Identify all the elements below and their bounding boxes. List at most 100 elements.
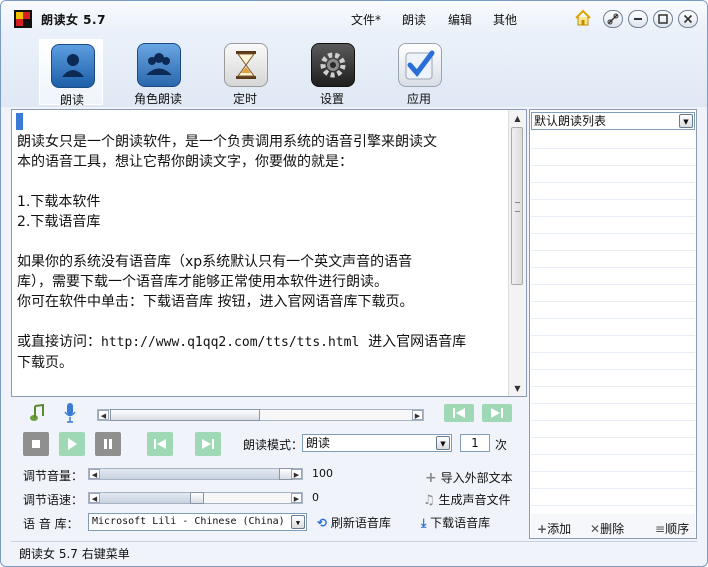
next-page-button[interactable] — [482, 404, 512, 422]
microphone-icon[interactable] — [63, 402, 77, 424]
minimize-icon — [634, 18, 642, 20]
read-mode-select[interactable]: 朗读 ▼ — [302, 434, 452, 452]
slider-left-icon[interactable]: ◀ — [98, 410, 109, 420]
tool-read[interactable]: 朗读 — [39, 39, 103, 107]
editor-line: 你可在软件中单击：下载语音库 按钮，进入官网语音库下载页。 — [17, 294, 414, 310]
plus-icon: + — [425, 470, 437, 486]
voice-select[interactable]: Microsoft Lili - Chinese (China) ▼ — [88, 513, 307, 531]
text-editor[interactable]: 朗读女只是一个朗读软件，是一个负责调用系统的语音引擎来朗读文 本的语音工具，想让它… — [11, 109, 527, 397]
skip-forward-icon — [491, 408, 503, 418]
chevron-down-icon[interactable]: ▼ — [291, 515, 305, 529]
stop-button[interactable] — [23, 432, 49, 456]
previous-page-button[interactable] — [444, 404, 474, 422]
progress-slider[interactable]: ◀ ▶ — [97, 409, 424, 421]
delete-label: 删除 — [600, 522, 625, 536]
control-area: ◀ ▶ 朗读模式： 朗读 ▼ 1 次 调节音量： ◀ ▶ 100 + 导入外部文… — [11, 399, 527, 539]
link-tool-button[interactable] — [603, 10, 623, 28]
editor-scrollbar[interactable]: ▲ ▼ — [508, 110, 526, 396]
status-text: 朗读女 5.7 右键菜单 — [19, 547, 130, 561]
tool-settings-label: 设置 — [319, 92, 344, 106]
read-list[interactable] — [531, 132, 695, 512]
download-icon: ⤓ — [421, 516, 427, 530]
editor-line: 1.下载本软件 — [17, 194, 101, 210]
order-button[interactable]: ≡顺序 — [655, 520, 689, 537]
reader-person-icon — [51, 44, 95, 88]
import-text-button[interactable]: + 导入外部文本 — [425, 469, 513, 486]
read-list-actions: +添加 ✕删除 ≡顺序 — [531, 514, 695, 538]
slider-right-icon[interactable]: ▶ — [412, 410, 423, 420]
menu-edit[interactable]: 编辑 — [448, 11, 472, 28]
slider-right-icon[interactable]: ▶ — [291, 493, 302, 503]
menu-file[interactable]: 文件* — [351, 11, 381, 28]
download-voice-button[interactable]: ⤓ 下载语音库 — [421, 514, 490, 531]
chevron-down-icon[interactable]: ▼ — [679, 114, 693, 128]
add-label: 添加 — [547, 522, 572, 536]
scroll-down-icon[interactable]: ▼ — [509, 382, 526, 396]
read-mode-label: 朗读模式： — [243, 438, 304, 452]
repeat-count-value: 1 — [471, 436, 479, 450]
speed-slider[interactable]: ◀ ▶ — [88, 492, 303, 504]
next-sentence-button[interactable] — [195, 432, 221, 456]
status-bar: 朗读女 5.7 右键菜单 — [11, 541, 697, 562]
app-logo-icon — [14, 10, 32, 28]
volume-slider[interactable]: ◀ ▶ — [88, 468, 303, 480]
read-list-select[interactable]: 默认朗读列表 ▼ — [531, 112, 695, 130]
plus-icon: + — [537, 522, 548, 536]
editor-line: 如果你的系统没有语音库（xp系统默认只有一个英文声音的语音 — [17, 254, 413, 270]
list-icon: ≡ — [655, 522, 666, 536]
menu-other[interactable]: 其他 — [493, 11, 517, 28]
tool-apply[interactable]: 应用 — [387, 39, 451, 106]
speed-thumb[interactable] — [189, 492, 204, 504]
editor-text-span: 或直接访问： — [17, 334, 101, 350]
delete-button[interactable]: ✕删除 — [590, 520, 624, 537]
close-icon — [683, 14, 693, 24]
generate-audio-label: 生成声音文件 — [438, 493, 511, 507]
slider-left-icon[interactable]: ◀ — [89, 493, 100, 503]
minimize-button[interactable] — [628, 10, 648, 28]
maximize-icon — [658, 14, 668, 24]
play-icon — [68, 438, 77, 450]
download-voice-label: 下载语音库 — [430, 516, 491, 530]
music-note-icon[interactable] — [29, 404, 45, 422]
import-text-label: 导入外部文本 — [440, 471, 513, 485]
voice-label: 语 音 库： — [23, 517, 79, 531]
add-button[interactable]: +添加 — [537, 520, 571, 537]
close-button[interactable] — [678, 10, 698, 28]
tool-role-read[interactable]: 角色朗读 — [126, 39, 190, 106]
menu-read[interactable]: 朗读 — [402, 11, 426, 28]
volume-value: 100 — [312, 467, 333, 480]
grip-icon — [515, 202, 520, 212]
music-note-icon: ♫ — [423, 493, 435, 508]
editor-text-span: 进入官网语音库 — [359, 334, 467, 350]
repeat-count-input[interactable]: 1 — [460, 434, 490, 452]
editor-line: 本的语音工具，想让它帮你朗读文字，你要做的就是： — [17, 154, 353, 170]
pause-button[interactable] — [95, 432, 121, 456]
chevron-down-icon[interactable]: ▼ — [436, 436, 450, 450]
pause-icon — [104, 439, 112, 449]
editor-line: 库），需要下载一个语音库才能够正常使用本软件进行朗读。 — [17, 274, 388, 290]
read-mode-value: 朗读 — [306, 436, 331, 450]
refresh-voice-button[interactable]: ⟲ 刷新语音库 — [317, 514, 391, 531]
refresh-icon: ⟲ — [317, 516, 328, 530]
slider-right-icon[interactable]: ▶ — [291, 469, 302, 479]
order-label: 顺序 — [665, 522, 690, 536]
scroll-up-icon[interactable]: ▲ — [509, 112, 526, 126]
read-list-select-value: 默认朗读列表 — [534, 114, 607, 128]
tool-settings[interactable]: 设置 — [300, 39, 364, 106]
slider-left-icon[interactable]: ◀ — [89, 469, 100, 479]
scroll-thumb[interactable] — [511, 127, 523, 285]
home-icon[interactable] — [574, 9, 592, 27]
progress-thumb[interactable] — [110, 409, 260, 421]
play-button[interactable] — [59, 432, 85, 456]
generate-audio-button[interactable]: ♫ 生成声音文件 — [423, 491, 511, 508]
editor-content[interactable]: 朗读女只是一个朗读软件，是一个负责调用系统的语音引擎来朗读文 本的语音工具，想让它… — [17, 132, 505, 373]
previous-sentence-button[interactable] — [147, 432, 173, 456]
title-bar: 朗读女 5.7 文件* 朗读 编辑 其他 — [1, 1, 707, 35]
speed-fill — [89, 493, 190, 503]
maximize-button[interactable] — [653, 10, 673, 28]
speed-label: 调节语速： — [23, 493, 84, 507]
editor-line: 2.下载语音库 — [17, 214, 101, 230]
cross-icon: ✕ — [590, 522, 601, 536]
tool-timer[interactable]: 定时 — [213, 39, 277, 106]
text-caret — [16, 113, 23, 130]
